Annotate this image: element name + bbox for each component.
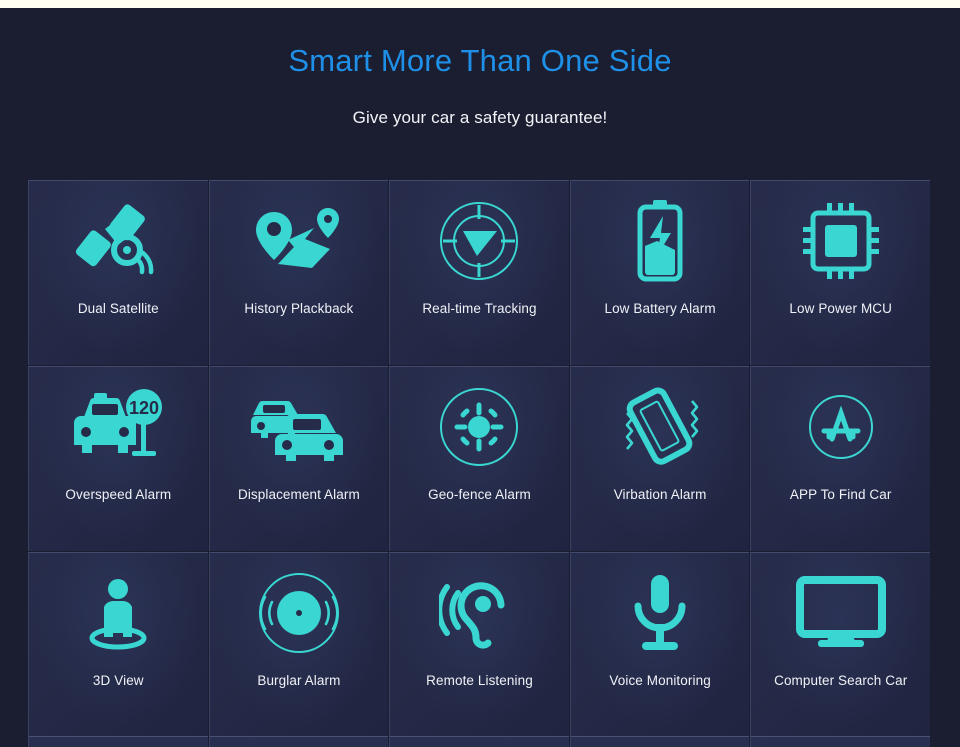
feature-label: Virbation Alarm — [613, 487, 707, 502]
feature-grid: Dual Satellite History Plackback Real-ti… — [28, 180, 930, 737]
feature-label: Geo-fence Alarm — [428, 487, 531, 502]
siren-waves-icon — [210, 553, 389, 673]
feature-label: APP To Find Car — [789, 487, 892, 502]
feature-card-voice-monitoring[interactable]: Voice Monitoring — [569, 552, 750, 737]
feature-card-stub[interactable] — [28, 736, 208, 747]
feature-card-history-playback[interactable]: History Plackback — [208, 180, 389, 365]
feature-card-realtime-tracking[interactable]: Real-time Tracking — [389, 180, 569, 365]
car-speed-limit-icon: 120 — [29, 367, 208, 487]
ear-listening-icon — [390, 553, 569, 673]
feature-grid-next-row-partial — [28, 736, 930, 747]
feature-label: Low Battery Alarm — [604, 301, 716, 316]
two-cars-icon — [210, 367, 389, 487]
top-white-strip — [0, 0, 960, 8]
feature-label: Voice Monitoring — [609, 673, 711, 688]
feature-card-3d-view[interactable]: 3D View — [28, 552, 208, 737]
feature-label: Low Power MCU — [789, 301, 892, 316]
feature-card-overspeed-alarm[interactable]: 120 Overspeed Alarm — [28, 366, 208, 551]
feature-label: Computer Search Car — [774, 673, 908, 688]
feature-card-app-find-car[interactable]: APP To Find Car — [750, 366, 930, 551]
monitor-icon — [751, 553, 930, 673]
geofence-target-icon — [390, 367, 569, 487]
feature-card-low-power-mcu[interactable]: Low Power MCU — [750, 180, 930, 365]
app-store-icon — [751, 367, 930, 487]
feature-label: Dual Satellite — [77, 301, 159, 316]
feature-label: Remote Listening — [426, 673, 533, 688]
person-3d-icon — [29, 553, 208, 673]
feature-label: History Plackback — [244, 301, 354, 316]
battery-low-icon — [571, 181, 750, 301]
feature-label: Real-time Tracking — [422, 301, 537, 316]
feature-card-stub[interactable] — [389, 736, 569, 747]
page-subtitle: Give your car a safety guarantee! — [352, 108, 608, 128]
feature-label: Overspeed Alarm — [65, 487, 172, 502]
header-block: Smart More Than One Side Give your car a… — [0, 8, 960, 128]
vibrating-phone-icon — [571, 367, 750, 487]
chip-icon — [751, 181, 930, 301]
feature-card-computer-search-car[interactable]: Computer Search Car — [750, 552, 930, 737]
feature-showcase-page: Smart More Than One Side Give your car a… — [0, 0, 960, 747]
feature-label: 3D View — [92, 673, 144, 688]
feature-label: Displacement Alarm — [237, 487, 360, 502]
feature-card-displacement-alarm[interactable]: Displacement Alarm — [208, 366, 389, 551]
microphone-icon — [571, 553, 750, 673]
feature-card-stub[interactable] — [750, 736, 930, 747]
feature-card-dual-satellite[interactable]: Dual Satellite — [28, 180, 208, 365]
feature-card-geofence-alarm[interactable]: Geo-fence Alarm — [389, 366, 569, 551]
feature-card-stub[interactable] — [569, 736, 750, 747]
speed-limit-value: 120 — [129, 398, 159, 418]
feature-card-low-battery[interactable]: Low Battery Alarm — [569, 180, 750, 365]
page-title: Smart More Than One Side — [288, 43, 672, 78]
feature-card-stub[interactable] — [208, 736, 389, 747]
satellite-icon — [29, 181, 208, 301]
compass-navigation-icon — [390, 181, 569, 301]
feature-label: Burglar Alarm — [257, 673, 341, 688]
feature-card-burglar-alarm[interactable]: Burglar Alarm — [208, 552, 389, 737]
feature-card-vibration-alarm[interactable]: Virbation Alarm — [569, 366, 750, 551]
feature-card-remote-listening[interactable]: Remote Listening — [389, 552, 569, 737]
route-pin-icon — [210, 181, 389, 301]
